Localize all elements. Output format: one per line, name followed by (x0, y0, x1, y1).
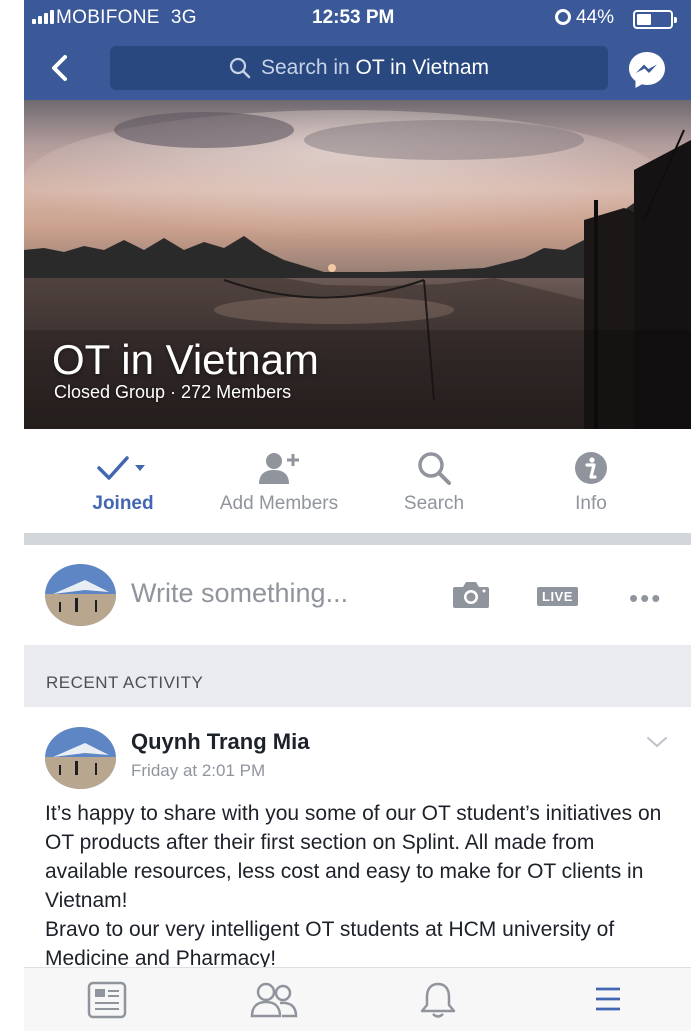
search-placeholder: Search in OT in Vietnam (260, 56, 490, 79)
signal-icon (32, 10, 54, 24)
chevron-down-icon[interactable] (646, 735, 668, 749)
group-actions: Joined Add Members Search Info (24, 429, 691, 533)
post-composer: Write something... LIVE ••• (24, 545, 691, 645)
avatar[interactable] (45, 727, 116, 789)
messenger-icon[interactable] (626, 49, 668, 91)
add-members-button[interactable]: Add Members (204, 449, 354, 515)
post-text: It’s happy to share with you some of our… (45, 802, 662, 970)
info-icon (575, 452, 607, 484)
checkmark-icon (97, 456, 145, 480)
section-title: RECENT ACTIVITY (46, 673, 204, 692)
clock: 12:53 PM (312, 7, 395, 28)
group-search-input[interactable]: Search in OT in Vietnam (110, 46, 608, 90)
write-something-input[interactable]: Write something... (131, 578, 348, 609)
recent-activity-header: RECENT ACTIVITY (24, 645, 691, 707)
menu-icon[interactable] (594, 986, 622, 1012)
chevron-left-icon[interactable] (46, 53, 76, 83)
app-frame: MOBIFONE 3G 12:53 PM 44% Search in OT in… (24, 0, 691, 1031)
info-button[interactable]: Info (559, 449, 623, 515)
group-title: OT in Vietnam (52, 336, 319, 383)
bottom-tab-bar (24, 967, 691, 1031)
search-button[interactable]: Search (394, 449, 474, 515)
post-timestamp[interactable]: Friday at 2:01 PM (131, 761, 265, 781)
battery-percentage: 44% (576, 7, 615, 28)
carrier-label: MOBIFONE 3G (56, 7, 197, 28)
feed-post: Quynh Trang Mia Friday at 2:01 PM It’s h… (24, 707, 691, 970)
notifications-bell-icon[interactable] (418, 980, 458, 1020)
group-meta[interactable]: Closed Group · 272 Members (54, 382, 291, 403)
divider (24, 533, 691, 545)
news-feed-icon[interactable] (86, 980, 128, 1020)
status-bar: MOBIFONE 3G 12:53 PM 44% (24, 0, 691, 38)
more-options-icon[interactable]: ••• (629, 583, 662, 614)
live-video-button[interactable]: LIVE (537, 587, 578, 606)
add-members-label: Add Members (219, 493, 339, 514)
battery-icon (633, 10, 677, 29)
add-person-icon (259, 453, 299, 484)
search-icon (418, 452, 451, 485)
avatar[interactable] (45, 564, 116, 626)
post-author[interactable]: Quynh Trang Mia (131, 729, 309, 755)
navigation-bar: Search in OT in Vietnam (24, 38, 691, 100)
camera-icon[interactable] (452, 581, 490, 609)
alarm-icon (555, 9, 571, 25)
joined-button[interactable]: Joined (82, 449, 164, 515)
search-label: Search (403, 493, 465, 514)
joined-label: Joined (92, 493, 154, 514)
search-icon (229, 57, 251, 79)
info-label: Info (575, 493, 607, 514)
friends-icon[interactable] (250, 980, 298, 1020)
cover-photo[interactable]: OT in Vietnam Closed Group · 272 Members (24, 100, 691, 429)
